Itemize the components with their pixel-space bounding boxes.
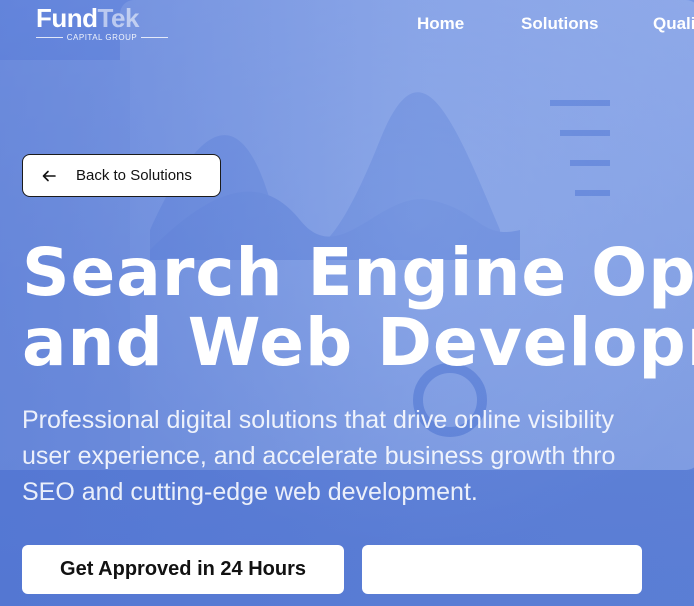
company-logo[interactable]: FundTek CAPITAL GROUP: [36, 4, 169, 44]
hero-subtitle-line-2: user experience, and accelerate business…: [22, 442, 616, 470]
logo-word-accent: Tek: [97, 3, 140, 33]
logo-rule-right: [141, 37, 169, 38]
page-title-line-1: Search Engine Opti: [22, 234, 694, 311]
logo-rule-left: [36, 37, 63, 38]
back-to-solutions-button[interactable]: Back to Solutions: [22, 154, 221, 197]
hero-subtitle: Professional digital solutions that driv…: [22, 402, 615, 510]
nav-item-solutions[interactable]: Solutions: [521, 14, 598, 34]
logo-tagline: CAPITAL GROUP: [66, 33, 138, 42]
back-button-label: Back to Solutions: [76, 167, 192, 184]
arrow-left-icon: [42, 170, 56, 181]
nav-item-quality[interactable]: Quali: [653, 14, 694, 34]
hero-subtitle-line-3: SEO and cutting-edge web development.: [22, 478, 478, 506]
hero-section: FundTek CAPITAL GROUP Home Solutions Qua…: [0, 0, 694, 606]
logo-tagline-row: CAPITAL GROUP: [36, 33, 169, 42]
page-title: Search Engine Opti and Web Developm: [22, 238, 694, 378]
get-approved-button[interactable]: Get Approved in 24 Hours: [22, 545, 344, 594]
hero-subtitle-line-1: Professional digital solutions that driv…: [22, 406, 614, 434]
secondary-cta-button[interactable]: [362, 545, 642, 594]
nav-item-home[interactable]: Home: [417, 14, 464, 34]
page-title-line-2: and Web Developm: [22, 304, 694, 381]
logo-wordmark: FundTek: [36, 4, 168, 32]
logo-word-main: Fund: [36, 3, 98, 33]
